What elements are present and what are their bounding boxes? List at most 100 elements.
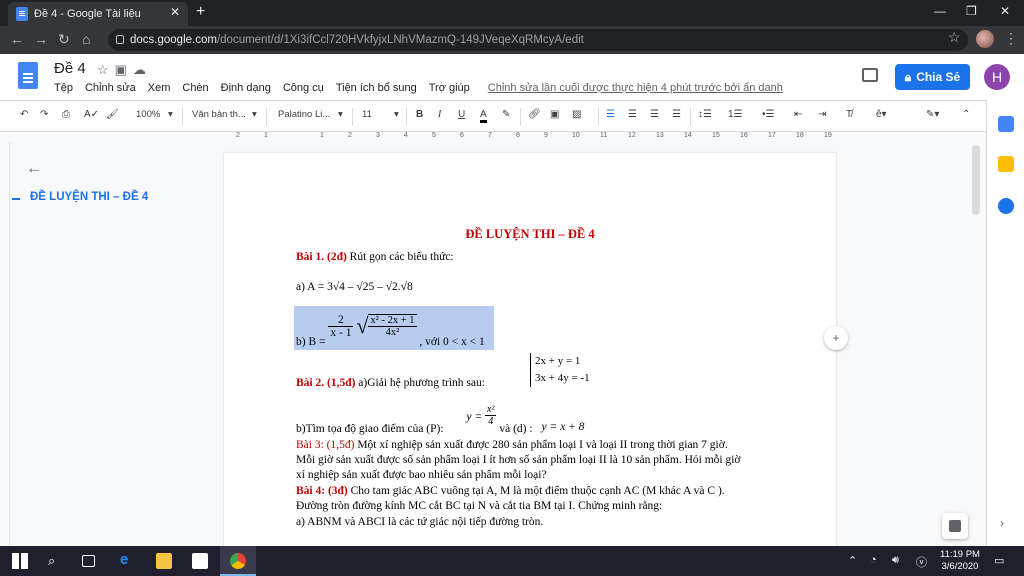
volume-icon[interactable]: 🔊︎ xyxy=(892,554,899,567)
url-path: /document/d/1Xi3ifCcl720HVkfyjxLNhVMazmQ… xyxy=(216,34,584,46)
file-explorer-icon[interactable] xyxy=(156,553,172,569)
font-size-dropdown-icon[interactable]: ▾ xyxy=(394,109,399,120)
ruler-mark: 12 xyxy=(628,132,636,139)
ruler-mark: 4 xyxy=(404,132,408,139)
notifications-icon[interactable]: ▭ xyxy=(994,554,1004,567)
highlight-icon[interactable]: ✎ xyxy=(502,109,510,120)
new-tab-icon[interactable]: + xyxy=(196,3,205,21)
menu-insert[interactable]: Chèn xyxy=(182,82,208,94)
keep-icon[interactable] xyxy=(998,156,1014,172)
paint-format-icon[interactable]: 🖌︎ xyxy=(106,109,119,120)
increase-indent-icon[interactable]: ⇥ xyxy=(818,109,826,120)
collapse-toolbar-icon[interactable]: ⌃ xyxy=(962,109,970,120)
menu-help[interactable]: Trợ giúp xyxy=(429,82,470,94)
redo-icon[interactable]: ↷ xyxy=(40,109,48,120)
star-icon[interactable]: ☆ xyxy=(97,62,115,77)
browser-menu-icon[interactable]: ⋮ xyxy=(1004,30,1018,47)
store-icon[interactable] xyxy=(192,553,208,569)
link-icon[interactable]: 🔗︎ xyxy=(528,109,541,120)
minimize-icon[interactable]: — xyxy=(934,4,946,18)
comments-icon[interactable] xyxy=(862,68,878,82)
bookmark-star-icon[interactable]: ☆ xyxy=(948,29,961,46)
chrome-taskbar-button[interactable] xyxy=(220,546,256,576)
task-view-icon[interactable] xyxy=(82,555,95,567)
insert-image-icon[interactable]: ▨ xyxy=(572,109,581,120)
bold-icon[interactable]: B xyxy=(416,109,423,120)
docs-logo-icon[interactable] xyxy=(18,62,38,89)
font-select[interactable]: Palatino Li... xyxy=(278,109,330,120)
align-justify-icon[interactable]: ☰ xyxy=(672,109,681,120)
spellcheck-icon[interactable]: A✓ xyxy=(84,109,99,120)
input-tools-icon[interactable]: ê▾ xyxy=(876,109,887,120)
window-close-icon[interactable]: ✕ xyxy=(1000,4,1010,18)
problem-4-text-1: Cho tam giác ABC vuông tại A, M là một đ… xyxy=(347,485,725,497)
style-select[interactable]: Văn bản th... xyxy=(192,109,246,120)
vertical-ruler[interactable] xyxy=(0,142,10,546)
outline-heading-item[interactable]: ĐỀ LUYỆN THI – ĐỀ 4 xyxy=(11,191,148,203)
underline-icon[interactable]: U xyxy=(458,109,465,120)
undo-icon[interactable]: ↶ xyxy=(20,109,28,120)
forward-icon[interactable]: → xyxy=(34,31,48,47)
menu-view[interactable]: Xem xyxy=(148,82,171,94)
style-dropdown-icon[interactable]: ▾ xyxy=(252,109,257,120)
profile-avatar[interactable] xyxy=(976,30,994,48)
reload-icon[interactable]: ↻ xyxy=(58,31,70,48)
line-spacing-icon[interactable]: ↕☰ xyxy=(698,109,712,120)
system-clock[interactable]: 11:19 PM 3/6/2020 xyxy=(940,549,980,573)
add-comment-float-icon[interactable]: + xyxy=(824,326,848,350)
align-center-icon[interactable]: ☰ xyxy=(628,109,637,120)
italic-icon[interactable]: I xyxy=(438,109,441,120)
font-size-select[interactable]: 11 xyxy=(362,109,372,120)
document-scrollbar[interactable] xyxy=(972,145,980,545)
url-input[interactable]: docs.google.com/document/d/1Xi3ifCcl720H… xyxy=(108,29,968,51)
menu-tools[interactable]: Công cụ xyxy=(283,82,324,94)
bulleted-list-icon[interactable]: •☰ xyxy=(762,109,774,120)
align-right-icon[interactable]: ☰ xyxy=(650,109,659,120)
explore-icon xyxy=(949,520,961,532)
print-icon[interactable]: ⎙ xyxy=(62,109,70,120)
chrome-icon xyxy=(230,553,246,569)
zoom-select[interactable]: 100% xyxy=(136,109,160,120)
share-button[interactable]: 🔒︎ Chia Sẻ xyxy=(895,64,970,90)
browser-tab[interactable]: Đề 4 - Google Tài liệu ✕ xyxy=(8,2,188,26)
move-folder-icon[interactable]: ▣ xyxy=(115,62,133,77)
add-comment-toolbar-icon[interactable]: ▣ xyxy=(550,109,559,120)
document-page[interactable]: ĐỀ LUYỆN THI – ĐỀ 4 Bài 1. (2đ) Rút gọn … xyxy=(224,153,836,553)
close-tab-icon[interactable]: ✕ xyxy=(170,5,180,19)
edge-browser-icon[interactable]: e xyxy=(120,551,136,568)
clear-formatting-icon[interactable]: T̸ xyxy=(846,109,852,120)
network-icon[interactable]: ◔ xyxy=(870,554,877,566)
zoom-dropdown-icon[interactable]: ▾ xyxy=(168,109,173,120)
font-dropdown-icon[interactable]: ▾ xyxy=(338,109,343,120)
menu-addons[interactable]: Tiện ích bổ sung xyxy=(336,82,417,94)
user-avatar[interactable]: H xyxy=(984,64,1010,90)
cloud-status-icon[interactable]: ☁ xyxy=(133,62,152,77)
align-left-icon[interactable]: ☰ xyxy=(606,109,615,120)
menu-file[interactable]: Tệp xyxy=(54,82,73,94)
toolbar-divider xyxy=(266,108,267,126)
text-color-icon[interactable]: A xyxy=(480,109,487,123)
tasks-icon[interactable] xyxy=(998,198,1014,214)
scrollbar-thumb[interactable] xyxy=(972,145,980,215)
decrease-indent-icon[interactable]: ⇤ xyxy=(794,109,802,120)
menu-edit[interactable]: Chỉnh sửa xyxy=(85,82,136,94)
clock-time: 11:19 PM xyxy=(940,549,980,560)
search-icon[interactable]: ⌕ xyxy=(48,553,64,569)
menu-format[interactable]: Định dạng xyxy=(221,82,271,94)
numbered-list-icon[interactable]: 1☰ xyxy=(728,109,743,120)
expand-panel-icon[interactable]: › xyxy=(1000,516,1004,530)
last-edit-link[interactable]: Chỉnh sửa lần cuối được thực hiện 4 phút… xyxy=(488,82,783,94)
calendar-icon[interactable] xyxy=(998,116,1014,132)
editing-mode-icon[interactable]: ✎▾ xyxy=(926,109,939,120)
tray-overflow-icon[interactable]: ⌃ xyxy=(848,554,857,567)
back-icon[interactable]: ← xyxy=(10,31,24,47)
explore-button[interactable] xyxy=(942,513,968,539)
input-language-icon[interactable]: ⓥ xyxy=(916,554,927,570)
home-icon[interactable]: ⌂ xyxy=(82,31,90,47)
restore-icon[interactable]: ❐ xyxy=(966,4,977,18)
problem-2b-text: b)Tìm tọa độ giao điểm của (P): xyxy=(296,423,444,436)
horizontal-ruler[interactable]: 2 1 1 2 3 4 5 6 7 8 9 10 11 12 13 14 15 … xyxy=(224,132,836,142)
windows-start-icon[interactable] xyxy=(12,553,28,569)
document-title[interactable]: Đề 4 xyxy=(54,60,86,77)
outline-back-arrow-icon[interactable]: ← xyxy=(26,160,42,178)
